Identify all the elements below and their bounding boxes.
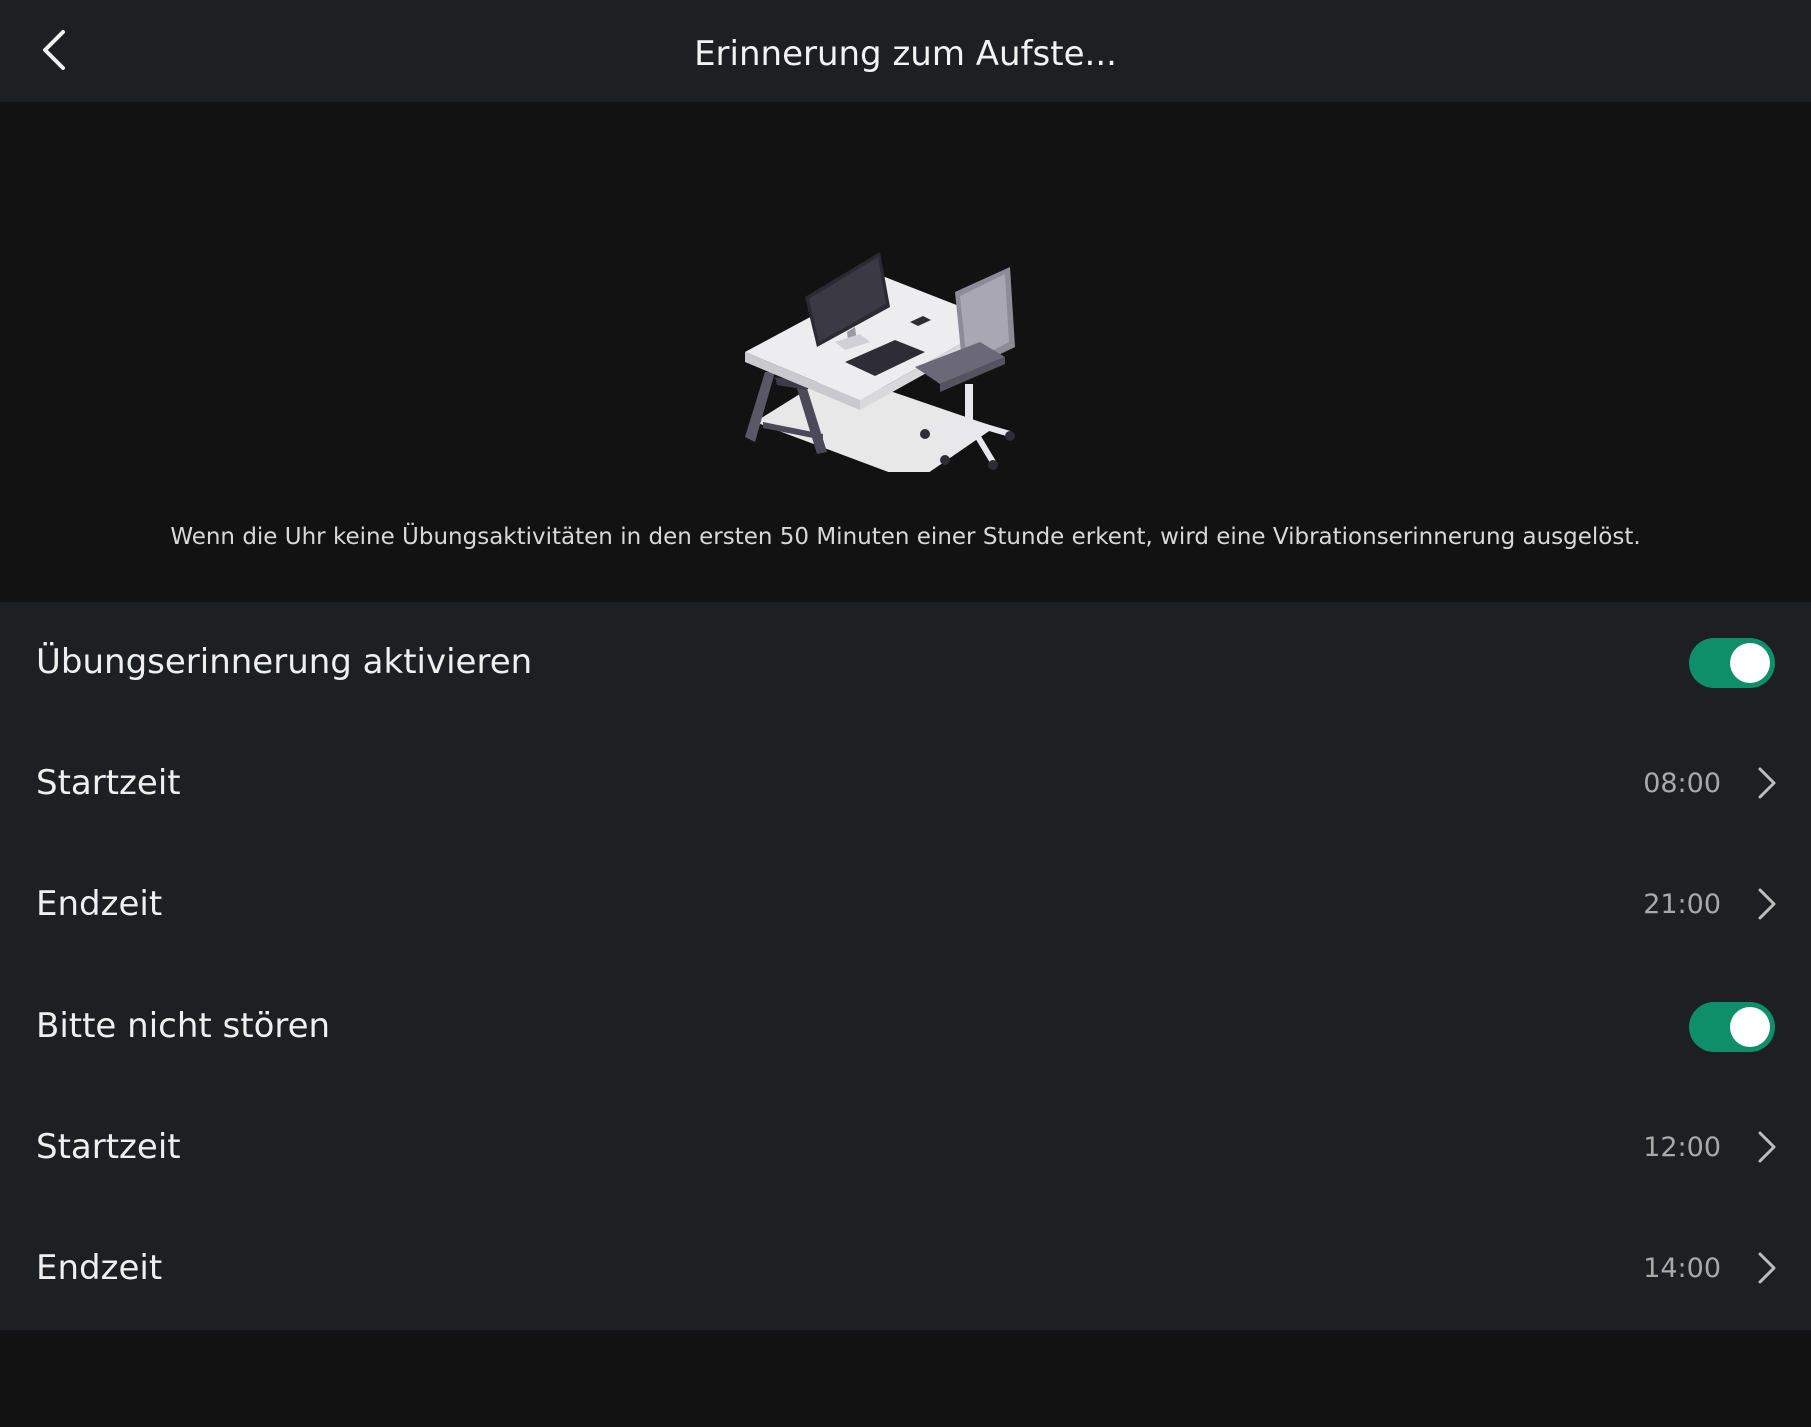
chevron-right-icon (1758, 767, 1776, 799)
back-button[interactable] (22, 18, 86, 82)
do-not-disturb-label: Bitte nicht stören (36, 1006, 331, 1046)
exercise-reminder-row: Übungserinnerung aktivieren (0, 602, 1811, 723)
do-not-disturb-toggle[interactable] (1689, 1002, 1775, 1052)
exercise-reminder-label: Übungserinnerung aktivieren (36, 642, 533, 682)
dnd-end-time-value: 14:00 (1643, 1253, 1721, 1284)
settings-list: Übungserinnerung aktivieren Startzeit 08… (0, 602, 1811, 1330)
desk-chair-illustration (745, 252, 1015, 472)
exercise-start-time-row[interactable]: Startzeit 08:00 (0, 723, 1811, 844)
hero-section: Wenn die Uhr keine Übungsaktivitäten in … (0, 102, 1811, 602)
reminder-description: Wenn die Uhr keine Übungsaktivitäten in … (170, 524, 1641, 550)
chevron-right-icon (1758, 1252, 1776, 1284)
dnd-start-time-value: 12:00 (1643, 1132, 1721, 1163)
chevron-right-icon (1758, 888, 1776, 920)
dnd-start-time-label: Startzeit (36, 1127, 181, 1167)
exercise-reminder-toggle[interactable] (1689, 638, 1775, 688)
exercise-end-time-row[interactable]: Endzeit 21:00 (0, 844, 1811, 965)
chevron-left-icon (43, 30, 65, 70)
chevron-right-icon (1758, 1131, 1776, 1163)
dnd-start-time-row[interactable]: Startzeit 12:00 (0, 1087, 1811, 1208)
exercise-start-time-value: 08:00 (1643, 768, 1721, 799)
toggle-knob (1730, 1007, 1770, 1047)
do-not-disturb-row: Bitte nicht stören (0, 966, 1811, 1087)
dnd-end-time-label: Endzeit (36, 1248, 163, 1288)
exercise-end-time-value: 21:00 (1643, 889, 1721, 920)
app-header: Erinnerung zum Aufste... (0, 0, 1811, 102)
exercise-start-time-label: Startzeit (36, 763, 181, 803)
dnd-end-time-row[interactable]: Endzeit 14:00 (0, 1208, 1811, 1329)
toggle-knob (1730, 643, 1770, 683)
exercise-end-time-label: Endzeit (36, 884, 163, 924)
page-title: Erinnerung zum Aufste... (694, 34, 1117, 74)
